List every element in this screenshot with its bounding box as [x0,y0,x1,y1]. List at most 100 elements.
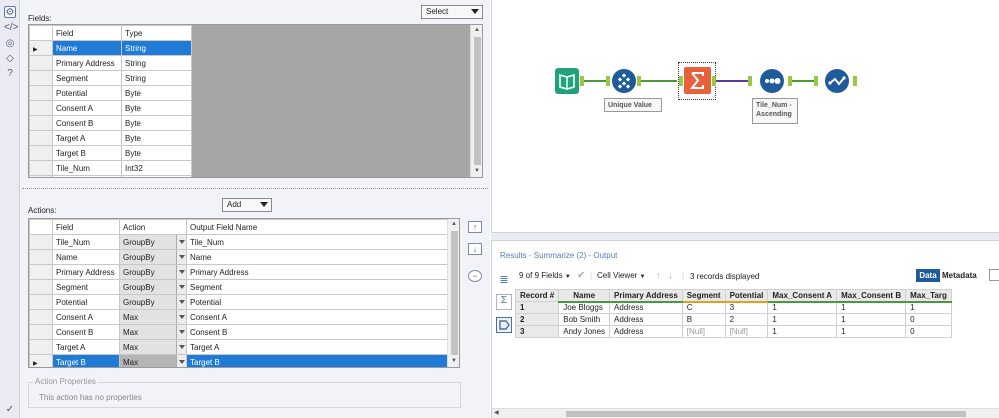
row-selector[interactable] [29,294,53,310]
results-cell[interactable]: Address [609,313,683,326]
type-cell[interactable]: String [121,40,192,56]
row-selector[interactable] [29,309,53,325]
results-horizontal-scrollbar[interactable]: ◀ [492,408,999,418]
unique-tool[interactable] [612,69,636,93]
fields-table-row[interactable]: Potential Byte [29,85,192,101]
results-row[interactable]: 3 Andy Jones Address [Null] [Null] 1 1 0 [514,325,952,338]
field-cell[interactable]: Tile_Num [52,160,122,176]
scroll-down-icon[interactable]: ▼ [451,358,457,364]
field-cell[interactable]: Name [52,40,122,56]
results-cell[interactable]: Address [609,301,683,314]
input-anchor[interactable] [679,76,683,86]
results-row[interactable]: 2 Bob Smith Address B 2 1 1 0 [514,313,952,326]
results-row[interactable]: 1 Joe Bloggs Address C 3 1 1 1 [514,301,952,314]
results-cell[interactable]: [Null] [681,325,726,338]
action-select-cell[interactable]: Max [119,309,187,325]
input-data-tool[interactable] [555,68,579,94]
results-cell[interactable]: Andy Jones [558,325,611,338]
action-field-cell[interactable]: Target B [52,354,120,367]
results-cell[interactable]: 3 [724,301,769,314]
remove-button[interactable]: − [468,270,482,282]
results-column-header[interactable]: Potential [724,289,769,303]
fields-table-row[interactable]: Consent B Byte [29,115,192,131]
results-cell[interactable]: Address [609,325,683,338]
action-select-cell[interactable]: GroupBy [119,249,187,265]
list-icon[interactable]: ≣ [496,273,512,289]
output-field-name-cell[interactable]: Potential [186,294,449,310]
chevron-down-icon[interactable] [176,250,186,264]
fields-table-row[interactable]: Target B Byte [29,145,192,161]
fields-table-row[interactable]: Tile_Num Int32 [29,160,192,176]
connection-line[interactable] [792,80,814,82]
input-anchor[interactable] [748,76,752,86]
actions-table-row[interactable]: ▶ Target B Max Target B [29,354,449,367]
output-anchor-icon[interactable] [496,317,512,333]
chevron-down-icon[interactable] [176,295,186,309]
sort-tool[interactable] [760,69,784,93]
action-select-cell[interactable]: GroupBy [119,264,187,280]
actions-table-row[interactable]: Consent B Max Consent B [29,324,449,340]
input-anchor[interactable] [814,76,818,86]
fields-table-row[interactable]: Primary Address String [29,55,192,71]
row-selector[interactable] [29,100,53,116]
results-column-header[interactable]: Max_Consent A [767,289,838,303]
field-cell[interactable]: Potential [52,85,122,101]
field-cell[interactable]: Consent B [52,115,122,131]
results-cell[interactable]: [Null] [724,325,769,338]
chevron-down-icon[interactable] [176,280,186,294]
results-column-header[interactable]: Segment [681,289,726,303]
chevron-down-icon[interactable] [176,355,186,367]
results-column-header[interactable]: Name [558,289,611,303]
action-field-cell[interactable]: Primary Address [52,264,120,280]
move-down-button[interactable]: ↓ [468,243,482,255]
output-anchor[interactable] [853,76,857,86]
action-field-cell[interactable]: Consent B [52,324,120,340]
actions-scrollbar[interactable]: ▲ ▼ [447,219,459,367]
row-selector[interactable] [29,160,53,176]
scroll-thumb[interactable] [451,231,458,355]
scroll-up-icon[interactable]: ▲ [474,27,480,33]
field-cell[interactable]: Segment [52,70,122,86]
row-selector[interactable] [29,324,53,340]
metadata-tab[interactable]: Metadata [942,269,977,282]
actions-table-row[interactable]: Tile_Num GroupBy Tile_Num [29,234,449,250]
output-field-name-cell[interactable]: Tile_Num [186,234,449,250]
output-field-name-cell[interactable]: Consent B [186,324,449,340]
results-cell[interactable]: 2 [724,313,769,326]
fields-scrollbar[interactable]: ▲ ▼ [470,25,482,177]
type-cell[interactable]: Byte [121,130,192,146]
code-icon[interactable]: </> [4,22,18,34]
column-header-type[interactable]: Type [121,25,192,41]
action-select-cell[interactable]: Max [119,354,187,367]
cell-viewer-button[interactable]: Cell Viewer ▼ [597,271,646,280]
results-cell[interactable]: 1 [836,313,907,326]
output-field-name-cell[interactable]: Name [186,249,449,265]
workflow-canvas[interactable]: Unique Value Tile_Num - Ascending [491,0,999,232]
actions-table-row[interactable]: Name GroupBy Name [29,249,449,265]
fields-table-row[interactable]: Target A Byte [29,130,192,146]
results-cell[interactable]: 1 [836,325,907,338]
field-cell[interactable]: Target B [52,145,122,161]
results-cell[interactable]: 1 [836,301,907,314]
connection-line[interactable] [716,80,748,82]
results-cell[interactable]: 1 [767,313,838,326]
add-dropdown[interactable]: Add [222,198,272,212]
field-cell[interactable]: Primary Address [52,55,122,71]
column-header-output-field-name[interactable]: Output Field Name [186,219,449,235]
actions-table-row[interactable]: Potential GroupBy Potential [29,294,449,310]
column-header-field[interactable]: Field [52,219,120,235]
row-selector[interactable] [29,85,53,101]
action-field-cell[interactable]: Consent A [52,309,120,325]
results-cell[interactable]: 0 [905,313,952,326]
connection-line[interactable] [584,80,606,82]
fields-table-row[interactable]: Consent A Byte [29,100,192,116]
output-field-name-cell[interactable]: Target A [186,339,449,355]
action-select-cell[interactable]: GroupBy [119,294,187,310]
action-select-cell[interactable]: Max [119,324,187,340]
action-field-cell[interactable]: Tile_Num [52,234,120,250]
row-selector[interactable] [29,264,53,280]
actions-table-row[interactable]: Primary Address GroupBy Primary Address [29,264,449,280]
action-select-cell[interactable]: GroupBy [119,234,187,250]
connection-line[interactable] [641,80,677,82]
type-cell[interactable]: Byte [121,100,192,116]
